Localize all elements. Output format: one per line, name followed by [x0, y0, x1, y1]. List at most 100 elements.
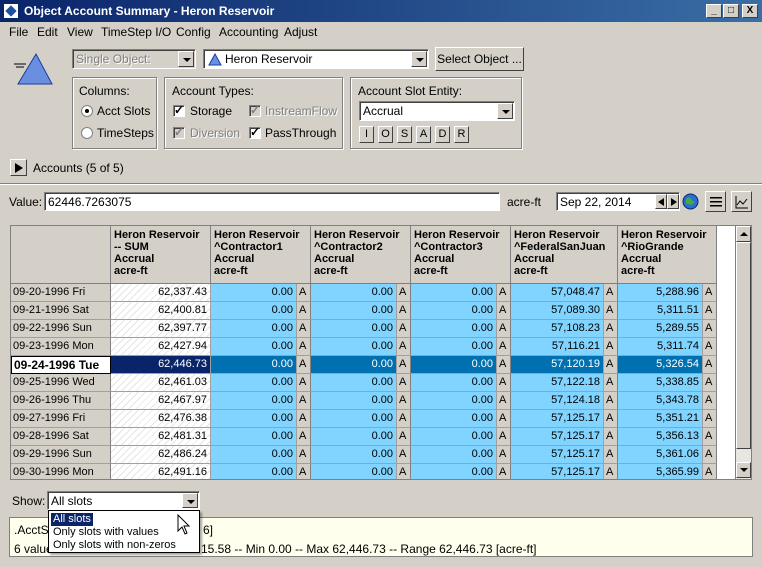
menu-adjust[interactable]: Adjust [284, 25, 317, 39]
scroll-thumb[interactable] [736, 242, 751, 449]
table-cell[interactable]: 5,343.78 [618, 392, 703, 410]
maximize-button[interactable]: □ [723, 4, 739, 18]
table-cell[interactable]: 62,491.16 [111, 464, 211, 479]
table-cell[interactable]: 5,289.55 [618, 320, 703, 338]
table-cell[interactable]: 5,311.74 [618, 338, 703, 356]
select-object-button[interactable]: Select Object ... [435, 47, 524, 71]
minimize-button[interactable]: _ [706, 4, 722, 18]
table-cell[interactable]: 0.00 [411, 374, 497, 392]
table-cell[interactable]: 0.00 [411, 410, 497, 428]
entity-r-button[interactable]: R [454, 126, 469, 143]
table-cell[interactable]: 0.00 [411, 338, 497, 356]
table-cell[interactable]: 5,365.99 [618, 464, 703, 479]
chevron-down-icon[interactable] [411, 51, 427, 67]
table-cell[interactable]: 57,116.21 [511, 338, 604, 356]
table-cell[interactable]: 62,476.38 [111, 410, 211, 428]
table-cell[interactable]: 0.00 [211, 410, 297, 428]
table-cell[interactable]: 0.00 [311, 446, 397, 464]
table-cell[interactable]: 57,108.23 [511, 320, 604, 338]
row-header[interactable]: 09-20-1996 Fri [11, 284, 111, 302]
table-cell[interactable]: 0.00 [311, 284, 397, 302]
table-cell[interactable]: 57,089.30 [511, 302, 604, 320]
show-option-non-zeros[interactable]: Only slots with non-zeros [51, 539, 178, 552]
table-cell[interactable]: 0.00 [311, 320, 397, 338]
table-vscrollbar[interactable] [735, 226, 751, 479]
table-cell[interactable]: 0.00 [411, 284, 497, 302]
entity-d-button[interactable]: D [435, 126, 450, 143]
object-select[interactable]: Heron Reservoir [203, 49, 429, 69]
table-cell[interactable]: 57,125.17 [511, 446, 604, 464]
table-cell[interactable]: 5,361.06 [618, 446, 703, 464]
table-cell[interactable]: 0.00 [211, 464, 297, 479]
table-cell[interactable]: 0.00 [411, 302, 497, 320]
table-cell[interactable]: 62,467.97 [111, 392, 211, 410]
menu-edit[interactable]: Edit [37, 25, 58, 39]
row-header[interactable]: 09-27-1996 Fri [11, 410, 111, 428]
table-cell[interactable]: 0.00 [211, 392, 297, 410]
table-cell[interactable]: 0.00 [311, 356, 397, 374]
table-cell[interactable]: 0.00 [311, 302, 397, 320]
storage-checkbox[interactable] [173, 103, 185, 117]
diversion-checkbox[interactable] [173, 125, 185, 139]
row-header[interactable]: 09-22-1996 Sun [11, 320, 111, 338]
menu-view[interactable]: View [67, 25, 93, 39]
table-cell[interactable]: 62,481.31 [111, 428, 211, 446]
row-header[interactable]: 09-28-1996 Sat [11, 428, 111, 446]
column-header[interactable]: Heron Reservoir -- SUM Accrual acre-ft [111, 226, 211, 284]
scroll-down-button[interactable] [736, 462, 751, 478]
menu-accounting[interactable]: Accounting [219, 25, 278, 39]
instreamflow-checkbox[interactable] [249, 103, 261, 117]
column-header[interactable]: Heron Reservoir ^Contractor3 Accrual acre-f… [411, 226, 511, 284]
table-cell[interactable]: 0.00 [311, 374, 397, 392]
table-cell[interactable]: 62,400.81 [111, 302, 211, 320]
slot-entity-select[interactable]: Accrual [359, 101, 515, 121]
table-cell[interactable]: 57,125.17 [511, 428, 604, 446]
table-cell[interactable]: 5,351.21 [618, 410, 703, 428]
entity-a-button[interactable]: A [416, 126, 431, 143]
table-cell[interactable]: 57,124.18 [511, 392, 604, 410]
table-cell[interactable]: 62,486.24 [111, 446, 211, 464]
table-cell[interactable]: 0.00 [211, 338, 297, 356]
list-view-button[interactable] [705, 191, 726, 212]
object-mode-select[interactable]: Single Object: [72, 49, 196, 69]
table-cell[interactable]: 0.00 [211, 302, 297, 320]
chevron-down-icon[interactable] [182, 493, 198, 508]
table-cell[interactable]: 57,125.17 [511, 410, 604, 428]
table-cell[interactable]: 0.00 [411, 464, 497, 479]
accounts-expand-button[interactable] [10, 159, 27, 176]
menu-config[interactable]: Config [176, 25, 211, 39]
table-cell[interactable]: 5,311.51 [618, 302, 703, 320]
row-header[interactable]: 09-26-1996 Thu [11, 392, 111, 410]
column-header[interactable]: Heron Reservoir ^FederalSanJuan Accrual acr… [511, 226, 618, 284]
table-cell[interactable]: 0.00 [411, 446, 497, 464]
date-spinner[interactable]: Sep 22, 2014 [556, 192, 680, 211]
table-cell[interactable]: 62,397.77 [111, 320, 211, 338]
column-header[interactable]: Heron Reservoir ^Contractor1 Accrual acre-f… [211, 226, 311, 284]
table-cell[interactable]: 0.00 [211, 428, 297, 446]
row-header[interactable]: 09-21-1996 Sat [11, 302, 111, 320]
show-option-with-values[interactable]: Only slots with values [51, 526, 161, 539]
row-header[interactable]: 09-23-1996 Mon [11, 338, 111, 356]
table-cell[interactable]: 5,338.85 [618, 374, 703, 392]
table-cell[interactable]: 62,461.03 [111, 374, 211, 392]
table-cell[interactable]: 5,356.13 [618, 428, 703, 446]
table-cell[interactable]: 0.00 [311, 464, 397, 479]
table-cell[interactable]: 0.00 [311, 410, 397, 428]
table-cell[interactable]: 0.00 [411, 356, 497, 374]
table-cell[interactable]: 0.00 [211, 320, 297, 338]
table-cell[interactable]: 0.00 [211, 374, 297, 392]
table-cell[interactable]: 0.00 [311, 338, 397, 356]
plot-button[interactable] [731, 191, 752, 212]
entity-i-button[interactable]: I [359, 126, 374, 143]
date-next-button[interactable] [667, 194, 679, 209]
table-cell[interactable]: 5,326.54 [618, 356, 703, 374]
table-cell[interactable]: 57,048.47 [511, 284, 604, 302]
row-header[interactable]: 09-29-1996 Sun [11, 446, 111, 464]
table-cell[interactable]: 62,337.43 [111, 284, 211, 302]
table-cell[interactable]: 0.00 [311, 428, 397, 446]
table-cell[interactable]: 0.00 [211, 446, 297, 464]
table-cell[interactable]: 5,288.96 [618, 284, 703, 302]
table-cell[interactable]: 0.00 [411, 320, 497, 338]
table-cell[interactable]: 0.00 [411, 392, 497, 410]
table-cell[interactable]: 62,446.73 [111, 356, 211, 374]
